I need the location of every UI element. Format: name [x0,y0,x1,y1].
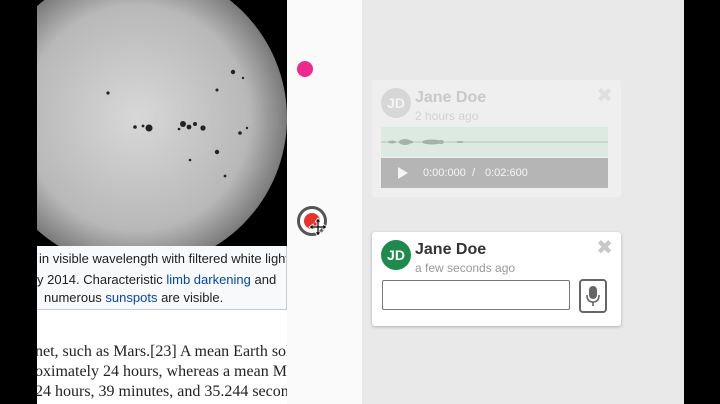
body-text-line: net, such as Mars.[23] A mean Earth sola… [37,343,287,360]
sunspots-link[interactable]: sunspots [105,290,157,305]
caption-text: y 2014. Characteristic [37,272,167,287]
caption-text: numerous [44,290,106,305]
comment-time: 2 hours ago [415,109,479,123]
body-text-line: oximately 24 hours, whereas a mean Mar- [37,363,287,380]
avatar: JD [381,240,411,270]
image-caption: in visible wavelength with filtered whit… [37,246,287,310]
new-comment-card: JD Jane Doe a few seconds ago ✖ [372,232,621,326]
comments-panel [362,0,684,404]
left-black-bar [0,0,37,404]
caption-line-1: in visible wavelength with filtered whit… [39,251,287,266]
move-cursor-icon [308,217,328,237]
caption-line-3: numerous sunspots are visible. [44,289,223,307]
avatar: JD [381,88,411,118]
audio-duration: 0:02:600 [485,167,528,179]
annotation-dot-icon[interactable] [297,61,313,77]
close-icon[interactable]: ✖ [596,238,613,258]
caption-line-2: y 2014. Characteristic limb darkening an… [37,271,276,289]
comment-time: a few seconds ago [415,261,516,275]
play-icon[interactable] [397,166,409,180]
audio-player-controls: 0:00:000 / 0:02:600 [381,158,608,188]
comment-author: Jane Doe [415,89,487,106]
document-view: in visible wavelength with filtered whit… [37,0,287,404]
record-audio-button[interactable] [579,279,607,313]
body-text-line: 24 hours, 39 minutes, and 35.244 seconds… [37,383,287,400]
sun-image [37,0,287,246]
comment-input[interactable] [382,280,570,310]
caption-text: and [250,272,277,287]
caption-text: are visible. [157,290,224,305]
limb-darkening-link[interactable]: limb darkening [166,272,251,287]
microphone-icon [586,286,600,306]
audio-time-separator: / [472,167,476,179]
annotation-gutter [287,0,362,404]
close-icon[interactable]: ✖ [596,86,613,106]
audio-current-time: 0:00:000 [423,167,466,179]
right-black-bar [684,0,720,404]
comment-author: Jane Doe [415,241,487,258]
audio-comment-card: JD Jane Doe 2 hours ago ✖ 0:00:000 / 0:0… [372,80,621,197]
audio-waveform[interactable] [381,127,608,157]
